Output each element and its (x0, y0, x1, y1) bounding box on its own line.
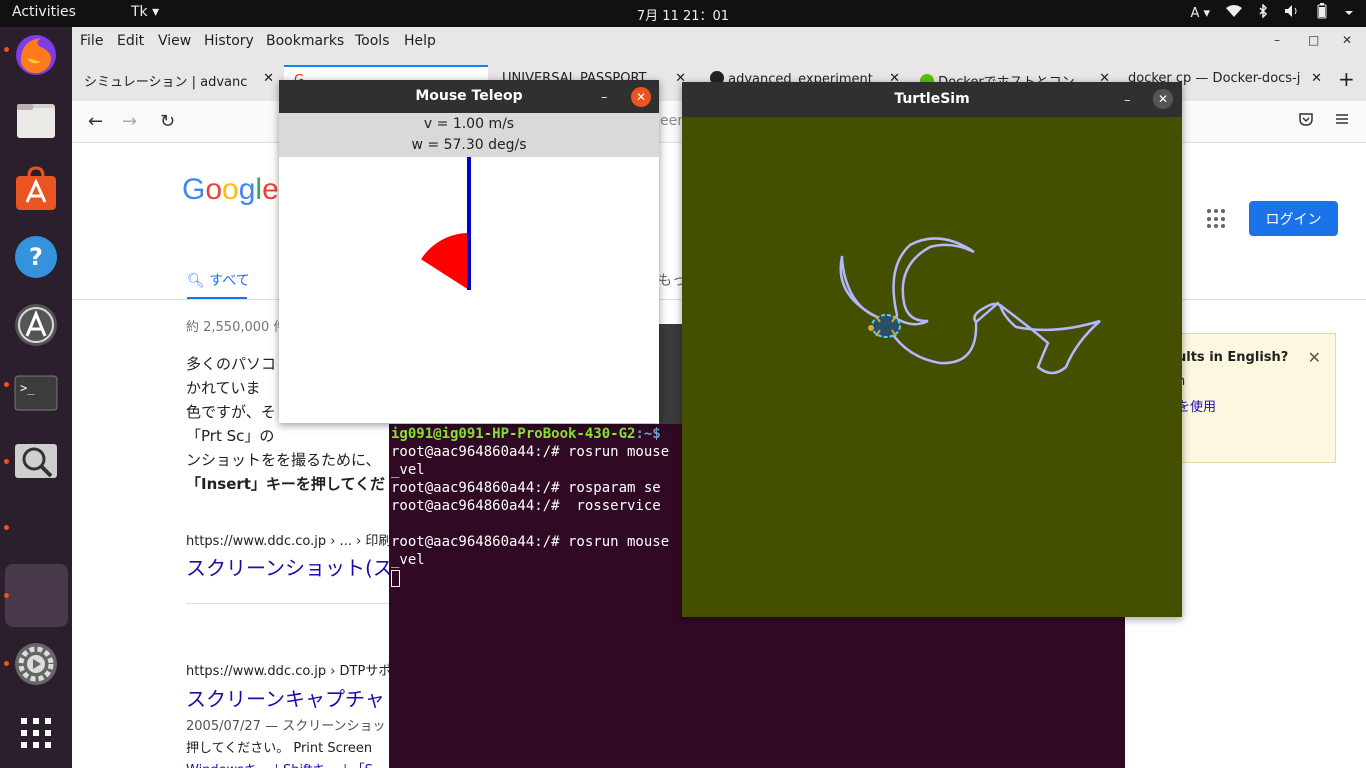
snippet-line: 多くのパソコ (186, 355, 277, 373)
menu-bookmarks[interactable]: Bookmarks (266, 33, 344, 49)
hamburger-menu-icon[interactable] (1335, 111, 1349, 130)
velocity-readout: v = 1.00 m/s w = 57.30 deg/s (279, 113, 659, 157)
linear-velocity-text: v = 1.00 m/s (423, 116, 515, 132)
menu-help[interactable]: Help (404, 33, 436, 49)
svg-text:?: ? (29, 243, 43, 271)
close-button[interactable]: ✕ (1153, 89, 1173, 109)
snippet-line: かれていま (186, 379, 261, 397)
mouse-teleop-window[interactable]: Mouse Teleop – ✕ v = 1.00 m/s w = 57.30 … (279, 80, 659, 423)
login-button[interactable]: ログイン (1249, 201, 1338, 236)
turtlesim-canvas (682, 117, 1182, 617)
minimize-button[interactable]: – (1124, 93, 1131, 108)
snippet-line: 色ですが、そ (186, 403, 276, 421)
english-results-banner: ults in English? ✕ h を使用 (1172, 333, 1336, 463)
battery-icon[interactable] (1316, 3, 1328, 23)
tab-label: シミュレーション | advanc (84, 75, 248, 90)
angular-velocity-text: w = 57.30 deg/s (411, 137, 527, 153)
terminal-line: ig091@ig091-HP-ProBook-430-G2:~$ (391, 426, 661, 442)
terminal-line: _vel (391, 552, 425, 568)
canvas-background (682, 117, 1182, 617)
terminal-line: _vel (391, 462, 425, 478)
minimize-button[interactable]: – (1274, 33, 1280, 47)
menu-edit[interactable]: Edit (117, 33, 144, 49)
result-sitelink[interactable]: Windowsキー＋Shiftキー＋「S... (186, 759, 385, 768)
menu-bar: File Edit View History Bookmarks Tools H… (72, 27, 1366, 57)
wifi-icon[interactable] (1226, 4, 1242, 22)
back-button[interactable]: ← (88, 111, 103, 132)
clock[interactable]: 7月 11 21：01 (0, 5, 1366, 24)
snippet-line: 「Insert」キーを押してくだ (186, 475, 386, 493)
teleop-canvas[interactable] (279, 157, 659, 423)
reload-button[interactable]: ↻ (160, 111, 175, 132)
top-bar: Activities Tk ▾ 7月 11 21：01 A ▾ (0, 0, 1366, 27)
banner-link[interactable]: を使用 (1177, 396, 1216, 415)
terminal-line: root@aac964860a44:/# rosservice (391, 498, 661, 514)
help-icon[interactable]: ? (8, 229, 64, 285)
close-tab-icon[interactable]: ✕ (263, 71, 274, 86)
pocket-icon[interactable] (1298, 111, 1314, 131)
close-button[interactable]: ✕ (1342, 33, 1352, 47)
bluetooth-icon[interactable] (1258, 3, 1268, 22)
running-indicator (4, 525, 9, 530)
angular-velocity-wedge (421, 233, 469, 290)
google-apps-icon[interactable] (1207, 209, 1227, 229)
screenshot-icon[interactable] (8, 433, 64, 489)
show-apps-icon[interactable] (8, 705, 64, 761)
menu-history[interactable]: History (204, 33, 254, 49)
volume-icon[interactable] (1284, 4, 1300, 22)
software-updater-icon[interactable] (8, 297, 64, 353)
close-button[interactable]: ✕ (631, 87, 651, 107)
terminal-line: root@aac964860a44:/# rosrun mouse (391, 444, 670, 460)
result-count: 約 2,550,000 件 (186, 320, 287, 335)
menu-file[interactable]: File (80, 33, 103, 49)
files-icon[interactable] (8, 93, 64, 149)
blank-app-icon[interactable] (5, 564, 68, 627)
maximize-button[interactable]: □ (1308, 33, 1319, 47)
google-logo[interactable]: Google (182, 173, 279, 207)
dock: ? >_ (0, 27, 72, 768)
result-divider (186, 603, 396, 604)
result-title-link[interactable]: スクリーンキャプチャ (186, 683, 385, 712)
result-url[interactable]: https://www.ddc.co.jp › ... › 印刷デ (186, 530, 404, 549)
background-window-edge (659, 324, 682, 424)
menu-tools[interactable]: Tools (355, 33, 390, 49)
firefox-icon[interactable] (8, 27, 64, 83)
search-icon: 🔍︎ (187, 273, 205, 289)
terminal-line: root@aac964860a44:/# rosrun mouse (391, 534, 670, 550)
close-icon[interactable]: ✕ (1308, 348, 1321, 367)
window-title[interactable]: TurtleSim (682, 82, 1182, 117)
settings-icon[interactable] (8, 636, 64, 692)
menu-view[interactable]: View (158, 33, 191, 49)
result-snippet: 2005/07/27 — スクリーンショッ (186, 719, 386, 734)
terminal-cursor (391, 570, 400, 587)
result-url[interactable]: https://www.ddc.co.jp › DTPサポ (186, 660, 391, 679)
snippet-line: 「Prt Sc」の (186, 427, 275, 445)
close-tab-icon[interactable]: ✕ (1311, 71, 1322, 86)
snippet-line: ンショットをを撮るために、 (186, 451, 381, 469)
result-title-link[interactable]: スクリーンショット(ス (186, 552, 393, 581)
result-snippet: 押してください。 Print Screen (186, 741, 373, 756)
running-indicator (4, 593, 9, 598)
prompt-path: :~$ (635, 426, 661, 442)
software-center-icon[interactable] (8, 161, 64, 217)
terminal-icon[interactable]: >_ (8, 365, 64, 421)
svg-text:>_: >_ (20, 381, 35, 395)
turtlesim-window[interactable]: TurtleSim – ✕ (682, 82, 1182, 617)
banner-title: ults in English? (1177, 350, 1289, 365)
input-method-indicator[interactable]: A ▾ (1190, 6, 1210, 21)
new-tab-button[interactable]: + (1338, 67, 1355, 91)
linear-velocity-bar (467, 157, 471, 290)
system-tray[interactable]: A ▾ (1190, 3, 1354, 23)
forward-button[interactable]: → (122, 111, 137, 132)
tab-all-label: すべて (209, 273, 250, 289)
tab-simulation[interactable]: シミュレーション | advanc ✕ (74, 65, 280, 95)
prompt-user: ig091@ig091-HP-ProBook-430-G2 (391, 426, 636, 442)
tab-all[interactable]: 🔍︎ すべて (187, 270, 250, 290)
terminal-line: root@aac964860a44:/# rosparam se (391, 480, 661, 496)
minimize-button[interactable]: – (601, 90, 608, 105)
power-menu-icon[interactable] (1344, 6, 1354, 21)
